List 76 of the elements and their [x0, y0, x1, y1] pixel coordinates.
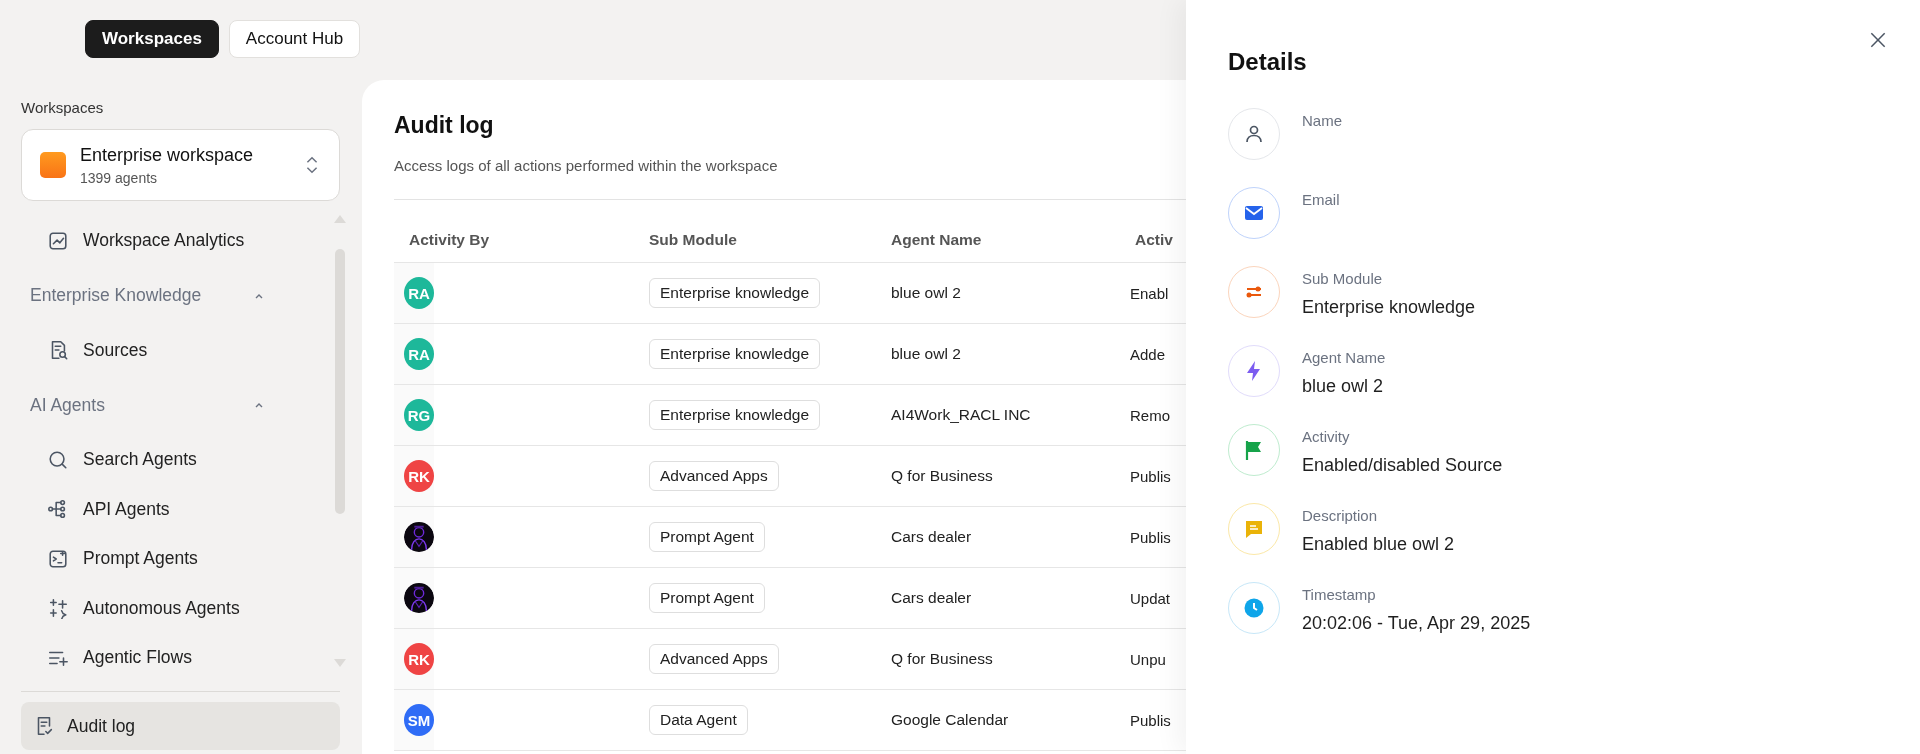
field-label: Name: [1302, 112, 1342, 129]
nav-icon: [47, 229, 69, 252]
field-label: Activity: [1302, 428, 1351, 445]
module-tag: Prompt Agent: [649, 522, 765, 552]
field-label: Description: [1302, 507, 1379, 524]
column-header: Activ: [1134, 231, 1174, 249]
field-value: Enabled blue owl 2: [1302, 534, 1455, 555]
workspace-logo-icon: [40, 152, 66, 178]
table-cell-text: Unpu: [1129, 650, 1167, 668]
table-cell-text: Google Calendar: [890, 711, 1010, 729]
module-tag: Advanced Apps: [649, 461, 779, 491]
scrollbar-thumb[interactable]: [335, 249, 345, 514]
field-label: Agent Name: [1302, 349, 1386, 366]
nav-item[interactable]: Agentic Flows: [21, 633, 301, 683]
table-cell-text: Cars dealer: [890, 589, 973, 607]
nav-section[interactable]: AI Agents: [21, 375, 301, 435]
nav-icon: [47, 547, 69, 570]
avatar: SM: [404, 704, 434, 736]
module-tag: Enterprise knowledge: [649, 339, 821, 369]
table-cell-text: Cars dealer: [890, 528, 973, 546]
scroll-up-icon: [334, 213, 346, 223]
field-value: 20:02:06 - Tue, Apr 29, 2025: [1302, 613, 1531, 634]
table-cell-text: Publis: [1129, 528, 1172, 546]
avatar: RG: [404, 399, 434, 431]
table-cell-text: Publis: [1129, 711, 1172, 729]
table-cell-text: Remo: [1129, 406, 1171, 424]
nav-icon: [47, 597, 69, 620]
section-title: Enterprise Knowledge: [30, 285, 202, 306]
module-tag: Data Agent: [649, 705, 748, 735]
avatar: RA: [404, 277, 434, 309]
top-tab[interactable]: Account Hub: [228, 20, 361, 58]
field-label: Sub Module: [1302, 270, 1384, 287]
avatar: RK: [404, 643, 434, 675]
page-subtitle: Access logs of all actions performed within the workspace: [394, 157, 779, 174]
field-value: blue owl 2: [1302, 376, 1385, 397]
nav-item[interactable]: Workspace Analytics: [21, 216, 301, 266]
table-cell-text: Updat: [1129, 589, 1172, 607]
nav-item[interactable]: API Agents: [21, 484, 301, 534]
close-icon: [1868, 30, 1888, 50]
top-tab[interactable]: Workspaces: [85, 20, 219, 58]
table-cell-text: blue owl 2: [890, 345, 962, 363]
nav-section[interactable]: Enterprise Knowledge: [21, 265, 301, 326]
table-cell-text: AI4Work_RACL INC: [890, 406, 1032, 424]
table-cell-text: Enabl: [1129, 284, 1170, 302]
scroll-down-icon: [334, 659, 346, 669]
workspace-selector[interactable]: Enterprise workspace 1399 agents: [21, 129, 340, 201]
module-tag: Enterprise knowledge: [649, 400, 821, 430]
field-label: Email: [1302, 191, 1340, 208]
agent-count: 1399 agents: [80, 169, 159, 186]
avatar: RA: [404, 338, 434, 370]
table-cell-text: Q for Business: [890, 650, 994, 668]
nav-item[interactable]: Audit log: [21, 702, 340, 750]
module-tag: Prompt Agent: [649, 583, 765, 613]
table-cell-text: Q for Business: [890, 467, 994, 485]
page-title: Audit log: [394, 112, 495, 139]
nav-item[interactable]: Sources: [21, 325, 301, 375]
column-header: Agent Name: [890, 231, 983, 249]
module-tag: Advanced Apps: [649, 644, 779, 674]
field-value: Enterprise knowledge: [1302, 297, 1476, 318]
nav-item[interactable]: Prompt Agents: [21, 534, 301, 584]
section-title: AI Agents: [30, 394, 105, 416]
avatar: RK: [404, 460, 434, 492]
workspace-name: Enterprise workspace: [80, 144, 255, 166]
drawer-title: Details: [1228, 48, 1308, 76]
section-label: Workspaces: [21, 99, 105, 116]
table-cell-text: Publis: [1129, 467, 1172, 485]
module-tag: Enterprise knowledge: [649, 278, 821, 308]
table-cell-text: Adde: [1129, 345, 1167, 363]
nav-item[interactable]: Search Agents: [21, 435, 301, 485]
nav-item[interactable]: Autonomous Agents: [21, 583, 301, 633]
field-value: Enabled/disabled Source: [1302, 455, 1503, 476]
field-label: Timestamp: [1302, 586, 1377, 603]
clock-icon: [1242, 596, 1266, 620]
column-header: Activity By: [408, 231, 491, 249]
column-header: Sub Module: [648, 231, 738, 249]
table-cell-text: blue owl 2: [890, 284, 962, 302]
